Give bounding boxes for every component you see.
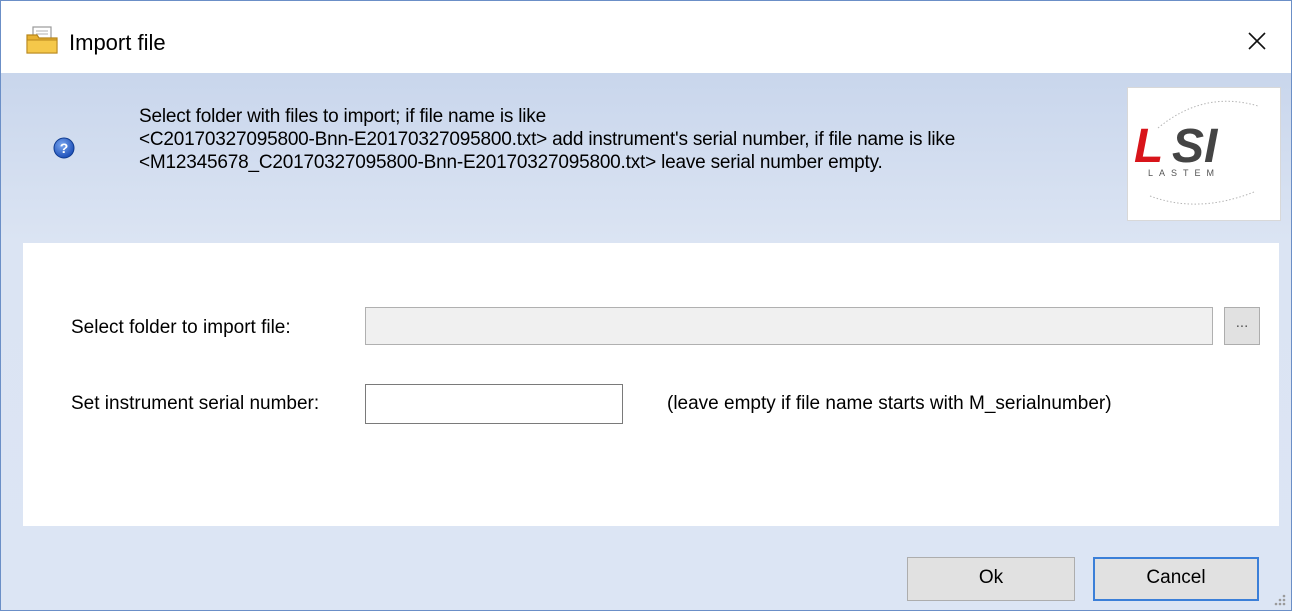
folder-document-icon (25, 25, 59, 55)
description-line: Select folder with files to import; if f… (139, 106, 546, 127)
resize-grip-icon[interactable] (1269, 589, 1287, 607)
folder-label: Select folder to import file: (71, 317, 291, 338)
browse-button[interactable]: ... (1224, 307, 1260, 345)
description-line: <C20170327095800-Bnn-E20170327095800.txt… (139, 129, 956, 150)
serial-hint: (leave empty if file name starts with M_… (667, 393, 1112, 414)
serial-label: Set instrument serial number: (71, 393, 320, 414)
help-icon: ? (53, 137, 75, 159)
svg-text:?: ? (60, 140, 69, 156)
ok-button[interactable]: Ok (907, 557, 1075, 601)
close-icon (1248, 32, 1266, 50)
folder-path-input[interactable] (365, 307, 1213, 345)
close-button[interactable] (1235, 19, 1279, 63)
title-bar[interactable]: Import file (1, 1, 1291, 73)
svg-text:L: L (1134, 120, 1163, 173)
cancel-button[interactable]: Cancel (1093, 557, 1259, 601)
import-file-dialog: Import file ? Select folder with files t… (0, 0, 1292, 611)
lastem-logo: L SI LASTEM (1127, 87, 1281, 221)
window-title: Import file (69, 30, 166, 55)
svg-text:SI: SI (1172, 120, 1219, 173)
description-line: <M12345678_C20170327095800-Bnn-E20170327… (139, 152, 883, 173)
form-panel (23, 243, 1279, 526)
logo-subtext: LASTEM (1148, 168, 1220, 178)
header-description: Select folder with files to import; if f… (139, 105, 1109, 174)
serial-number-input[interactable] (365, 384, 623, 424)
